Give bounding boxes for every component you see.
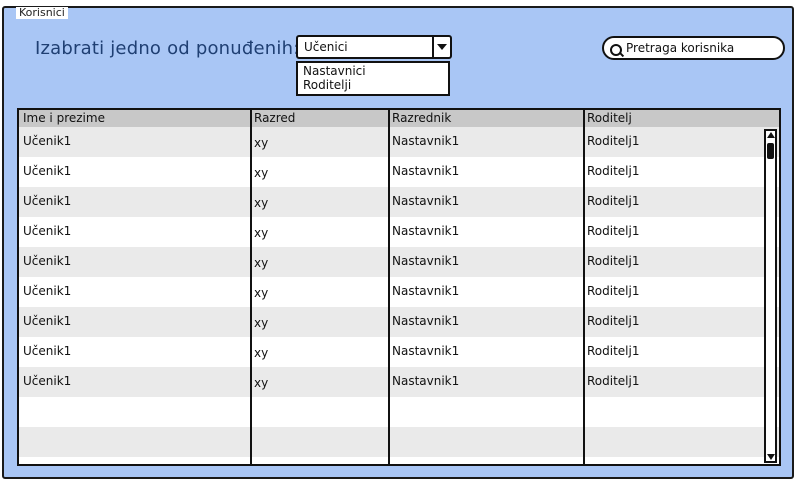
cell-name: Učenik1 [23,194,72,208]
cell-class: xy [254,346,269,360]
cell-parent: Roditelj1 [587,164,640,178]
arrow-down-icon[interactable] [767,454,775,460]
chooser-label: Izabrati jedno od ponuđenih: [35,38,300,59]
table-row-empty[interactable] [19,397,779,427]
table-row[interactable]: Učenik1 xy Nastavnik1 Roditelj1 [19,187,779,217]
cell-teacher: Nastavnik1 [392,284,460,298]
search-placeholder: Pretraga korisnika [626,41,735,55]
user-type-select-value: Učenici [304,40,348,54]
column-divider [583,110,585,464]
table-row[interactable]: Učenik1 xy Nastavnik1 Roditelj1 [19,127,779,157]
cell-name: Učenik1 [23,344,72,358]
user-type-select[interactable]: Učenici [296,35,452,59]
user-type-dropdown: Nastavnici Roditelji [296,61,450,96]
column-header-name[interactable]: Ime i prezime [23,111,105,126]
table-row[interactable]: Učenik1 xy Nastavnik1 Roditelj1 [19,217,779,247]
cell-class: xy [254,196,269,210]
cell-class: xy [254,136,269,150]
cell-name: Učenik1 [23,164,72,178]
users-table: Ime i prezime Razred Razrednik Roditelj … [17,108,781,466]
cell-parent: Roditelj1 [587,194,640,208]
cell-class: xy [254,286,269,300]
table-row[interactable]: Učenik1 xy Nastavnik1 Roditelj1 [19,307,779,337]
cell-class: xy [254,316,269,330]
cell-name: Učenik1 [23,314,72,328]
cell-name: Učenik1 [23,134,72,148]
table-row[interactable]: Učenik1 xy Nastavnik1 Roditelj1 [19,247,779,277]
cell-parent: Roditelj1 [587,254,640,268]
cell-name: Učenik1 [23,284,72,298]
cell-name: Učenik1 [23,224,72,238]
cell-parent: Roditelj1 [587,374,640,388]
table-row[interactable]: Učenik1 xy Nastavnik1 Roditelj1 [19,277,779,307]
cell-parent: Roditelj1 [587,134,640,148]
cell-parent: Roditelj1 [587,314,640,328]
table-header: Ime i prezime Razred Razrednik Roditelj [19,110,779,127]
cell-teacher: Nastavnik1 [392,254,460,268]
table-row[interactable]: Učenik1 xy Nastavnik1 Roditelj1 [19,337,779,367]
cell-teacher: Nastavnik1 [392,314,460,328]
cell-teacher: Nastavnik1 [392,164,460,178]
table-row-empty[interactable] [19,427,779,457]
cell-class: xy [254,256,269,270]
table-row[interactable]: Učenik1 xy Nastavnik1 Roditelj1 [19,157,779,187]
chevron-down-icon[interactable] [432,37,450,57]
search-input[interactable]: Pretraga korisnika [602,36,785,60]
vertical-scrollbar[interactable] [764,129,777,463]
column-header-parent[interactable]: Roditelj [587,111,632,126]
column-divider [250,110,252,464]
search-icon [610,44,622,56]
dropdown-option-roditelji[interactable]: Roditelji [298,78,448,92]
cell-parent: Roditelj1 [587,344,640,358]
cell-teacher: Nastavnik1 [392,374,460,388]
cell-teacher: Nastavnik1 [392,224,460,238]
cell-teacher: Nastavnik1 [392,194,460,208]
cell-name: Učenik1 [23,374,72,388]
dropdown-option-nastavnici[interactable]: Nastavnici [298,64,448,78]
column-divider [388,110,390,464]
column-header-homeroom-teacher[interactable]: Razrednik [392,111,451,126]
table-row[interactable]: Učenik1 xy Nastavnik1 Roditelj1 [19,367,779,397]
cell-class: xy [254,226,269,240]
arrow-up-icon[interactable] [767,132,775,138]
cell-class: xy [254,166,269,180]
cell-name: Učenik1 [23,254,72,268]
cell-parent: Roditelj1 [587,224,640,238]
cell-class: xy [254,376,269,390]
column-header-class[interactable]: Razred [254,111,295,126]
panel-title: Korisnici [16,7,68,19]
cell-teacher: Nastavnik1 [392,134,460,148]
table-row-empty[interactable] [19,457,779,464]
cell-parent: Roditelj1 [587,284,640,298]
cell-teacher: Nastavnik1 [392,344,460,358]
scrollbar-thumb[interactable] [767,143,774,159]
